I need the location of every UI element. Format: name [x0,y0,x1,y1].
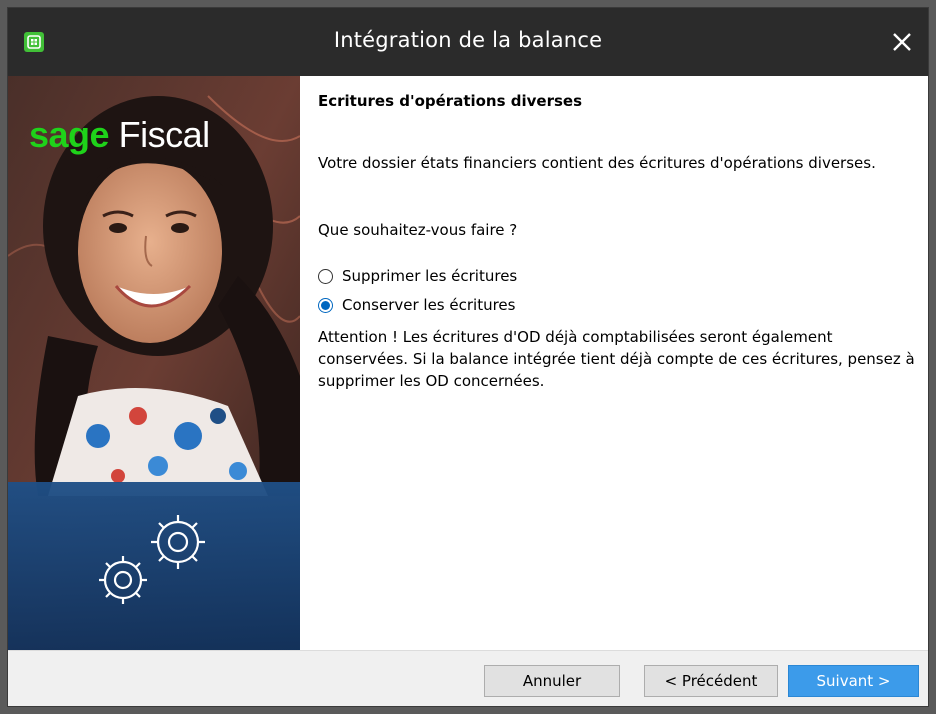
side-banner: sage Fiscal [8,76,300,650]
close-button[interactable] [882,24,922,60]
radio-label: Conserver les écritures [342,296,516,314]
radio-button-unchecked[interactable] [318,268,333,284]
warning-text: Attention ! Les écritures d'OD déjà comp… [318,328,915,390]
wizard-content: Ecritures d'opérations diverses Votre do… [318,76,918,650]
radio-supprimer[interactable]: Supprimer les écritures [318,267,517,285]
wizard-window: Intégration de la balance sage Fiscal Ec… [7,7,929,707]
close-icon [893,33,911,51]
cancel-button[interactable]: Annuler [484,665,620,697]
title-bar: Intégration de la balance [8,8,928,76]
window-title: Intégration de la balance [333,28,603,52]
brand-logo: sage Fiscal [29,114,210,156]
next-button[interactable]: Suivant > [788,665,919,697]
gears-icon [99,515,205,604]
radio-label: Supprimer les écritures [342,267,518,285]
description-text: Votre dossier états financiers contient … [318,154,876,172]
radio-button-checked[interactable] [318,297,333,313]
brand-sage: sage [29,114,110,155]
previous-button[interactable]: < Précédent [644,665,778,697]
section-title: Ecritures d'opérations diverses [318,92,583,110]
button-bar: Annuler < Précédent Suivant > [8,650,928,706]
radio-conserver[interactable]: Conserver les écritures [318,296,515,314]
brand-product: Fiscal [118,114,211,155]
question-text: Que souhaitez-vous faire ? [318,221,518,239]
